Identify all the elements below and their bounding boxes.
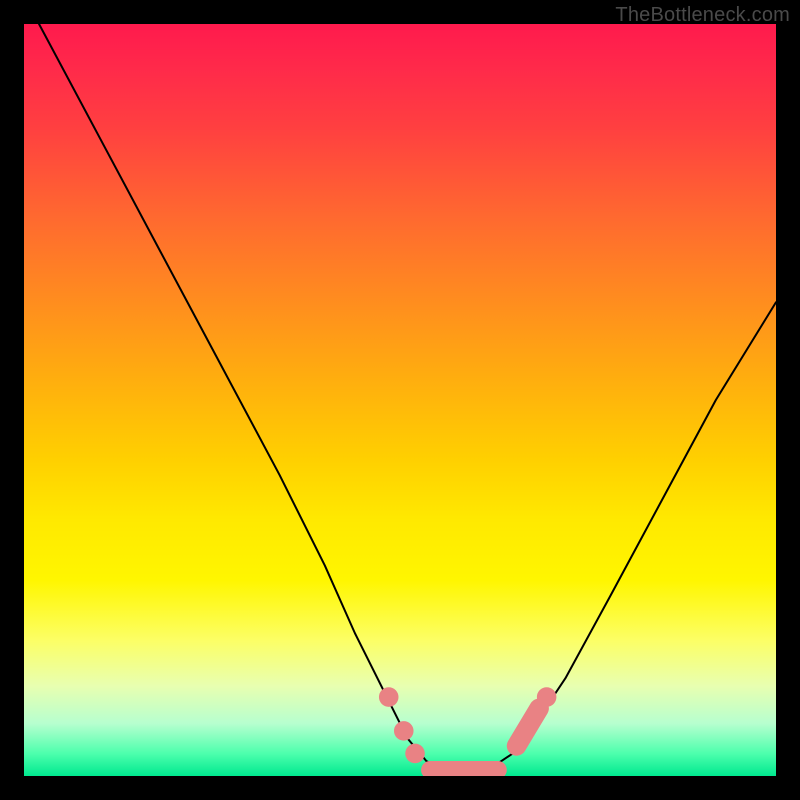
- pink-dot: [394, 721, 414, 741]
- plot-area: [24, 24, 776, 776]
- markers-group: [379, 687, 556, 770]
- pink-dot: [537, 687, 557, 707]
- pink-dot: [405, 744, 425, 764]
- pink-capsule: [517, 708, 540, 746]
- watermark-text: TheBottleneck.com: [615, 4, 790, 27]
- main-curve: [39, 24, 776, 772]
- plot-svg: [24, 24, 776, 776]
- pink-dot: [379, 687, 399, 707]
- chart-frame: TheBottleneck.com: [0, 0, 800, 800]
